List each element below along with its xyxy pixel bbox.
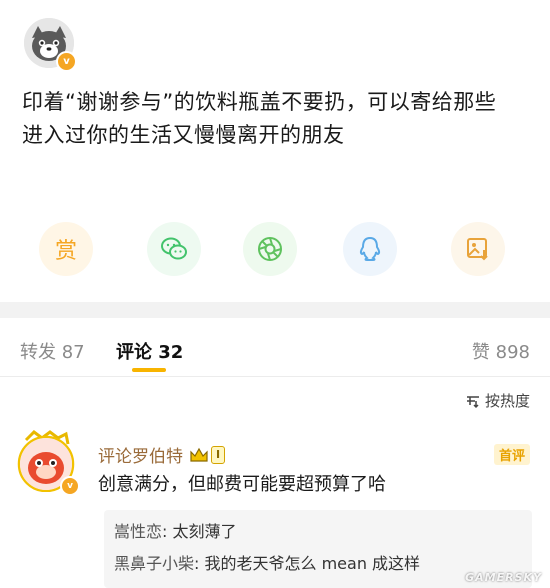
poster-avatar[interactable]: v — [24, 18, 77, 72]
tab-label: 转发 — [20, 342, 56, 363]
moments-share-button[interactable] — [243, 222, 297, 276]
reply-item: 黑鼻子小柴: 我的老天爷怎么 mean 成这样 — [114, 550, 420, 574]
divider — [0, 376, 550, 377]
sort-button[interactable]: 按热度 — [465, 390, 530, 411]
interaction-tabs: 转发 87 评论 32 赞 898 — [0, 318, 550, 376]
post-text: 印着“谢谢参与”的饮料瓶盖不要扔，可以寄给那些 进入过你的生活又慢慢离开的朋友 — [22, 86, 532, 152]
commenter-name[interactable]: 评论罗伯特 — [98, 442, 183, 467]
verified-badge-icon: v — [56, 51, 77, 72]
crown-icon — [190, 447, 208, 462]
sort-label: 按热度 — [484, 392, 530, 410]
post-text-line: 印着“谢谢参与”的饮料瓶盖不要扔，可以寄给那些 — [22, 90, 497, 114]
repost-count: 87 — [61, 342, 85, 363]
active-tab-indicator — [132, 368, 166, 372]
reward-button[interactable]: 赏 — [39, 222, 93, 276]
commenter-avatar[interactable]: v — [16, 430, 80, 496]
tab-comments[interactable]: 评论 32 — [116, 338, 183, 364]
sort-icon — [466, 395, 479, 408]
reply-author[interactable]: 嵩性恋 — [114, 522, 162, 541]
comment-text: 创意满分，但邮费可能要超预算了哈 — [98, 474, 386, 495]
like-count: 898 — [495, 342, 530, 363]
reply-author[interactable]: 黑鼻子小柴 — [114, 554, 194, 573]
wechat-share-button[interactable] — [147, 222, 201, 276]
level-number: I — [211, 445, 226, 464]
qq-share-button[interactable] — [343, 222, 397, 276]
tab-label: 评论 — [116, 342, 152, 363]
post-text-line: 进入过你的生活又慢慢离开的朋友 — [22, 123, 345, 147]
reply-text: 太刻薄了 — [172, 522, 237, 541]
section-divider — [0, 302, 550, 318]
save-image-icon — [467, 238, 488, 261]
tab-likes[interactable]: 赞 898 — [472, 338, 530, 364]
reply-text: 我的老天爷怎么 mean 成这样 — [204, 554, 421, 573]
tab-label: 赞 — [471, 342, 490, 363]
fan-level-badge: I — [189, 445, 226, 464]
tab-repost[interactable]: 转发 87 — [20, 338, 85, 364]
reward-icon: 赏 — [54, 239, 77, 264]
qq-icon — [359, 236, 381, 261]
reply-item: 嵩性恋: 太刻薄了 — [114, 518, 237, 542]
reply-separator: : — [162, 522, 173, 541]
reply-separator: : — [194, 554, 205, 573]
comment-item: v 评论罗伯特 I 首评 创意满分，但邮费可能要超预算了哈 嵩性恋: 太刻薄了 … — [0, 420, 550, 588]
post-card: v 印着“谢谢参与”的饮料瓶盖不要扔，可以寄给那些 进入过你的生活又慢慢离开的朋… — [0, 0, 550, 302]
verified-badge-icon: v — [60, 476, 80, 496]
wechat-icon — [161, 237, 187, 260]
watermark: GAMERSKY — [465, 571, 542, 584]
first-comment-badge: 首评 — [493, 444, 530, 465]
save-image-button[interactable] — [451, 222, 505, 276]
moments-icon — [258, 237, 282, 261]
commenter-name-row: 评论罗伯特 I — [98, 442, 226, 467]
share-row: 赏 — [0, 222, 550, 276]
comment-count: 32 — [158, 342, 184, 363]
